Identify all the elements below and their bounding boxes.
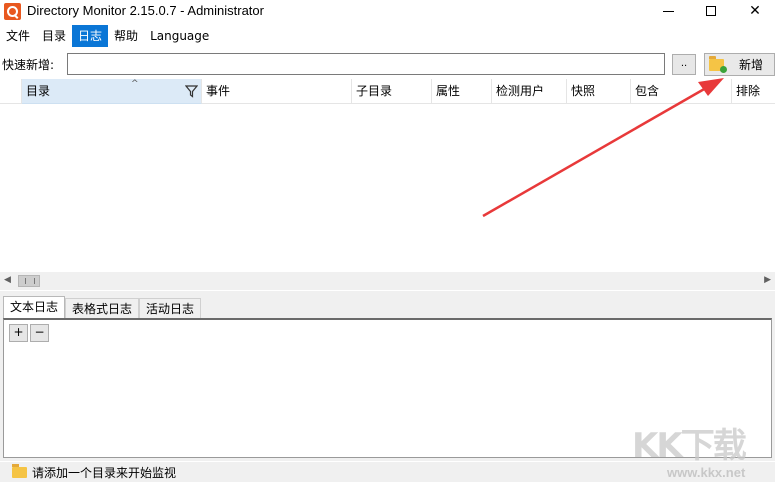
- watermark-logo: KK下载: [632, 426, 747, 466]
- quick-add-bar: 快速新增: .. 新增: [0, 50, 775, 78]
- window-title: Directory Monitor 2.15.0.7 - Administrat…: [27, 3, 264, 18]
- tab-table-log[interactable]: 表格式日志: [65, 298, 140, 318]
- watermark: KK下载 www.kkx.net: [628, 418, 774, 480]
- collapse-button[interactable]: −: [30, 324, 49, 342]
- status-text: 请添加一个目录来开始监视: [32, 465, 177, 480]
- column-snapshot[interactable]: 快照: [567, 79, 631, 104]
- maximize-icon: [706, 6, 716, 16]
- add-button-label: 新增: [739, 58, 764, 72]
- column-detect-user[interactable]: 检测用户: [492, 79, 567, 104]
- app-icon: [4, 3, 21, 20]
- directory-list[interactable]: [0, 104, 775, 272]
- column-attributes[interactable]: 属性: [432, 79, 492, 104]
- tab-text-log[interactable]: 文本日志: [3, 296, 66, 318]
- scrollbar-thumb[interactable]: [18, 275, 40, 287]
- column-subdirectory[interactable]: 子目录: [352, 79, 432, 104]
- log-tabs: 文本日志 表格式日志 活动日志: [3, 296, 202, 318]
- quick-add-input[interactable]: [67, 53, 665, 75]
- add-button[interactable]: 新增: [704, 53, 775, 76]
- horizontal-scrollbar[interactable]: ◀ ▶: [0, 272, 775, 290]
- column-header: ^ 目录 事件 子目录 属性 检测用户 快照 包含 排除: [0, 79, 775, 104]
- watermark-url: www.kkx.net: [667, 465, 746, 480]
- sort-up-icon: ^: [131, 79, 139, 89]
- scroll-left-icon[interactable]: ◀: [4, 275, 11, 285]
- column-event[interactable]: 事件: [202, 79, 352, 104]
- close-button[interactable]: ✕: [735, 0, 775, 22]
- column-exclude[interactable]: 排除: [732, 79, 775, 104]
- column-directory[interactable]: ^ 目录: [22, 79, 202, 104]
- menu-language[interactable]: Language: [144, 25, 215, 47]
- menu-help[interactable]: 帮助: [108, 25, 144, 47]
- menu-bar: 文件 目录 日志 帮助 Language: [0, 25, 775, 47]
- minimize-icon: [662, 10, 674, 12]
- maximize-button[interactable]: [691, 0, 731, 22]
- minimize-button[interactable]: [648, 0, 688, 22]
- filter-icon[interactable]: [185, 85, 198, 98]
- quick-add-label: 快速新增:: [2, 58, 55, 72]
- column-spacer: [0, 79, 22, 104]
- column-directory-label: 目录: [26, 84, 51, 98]
- expand-button[interactable]: +: [9, 324, 28, 342]
- tab-activity-log[interactable]: 活动日志: [139, 298, 202, 318]
- folder-add-icon: [709, 55, 727, 73]
- browse-button[interactable]: ..: [672, 54, 696, 75]
- menu-log[interactable]: 日志: [72, 25, 109, 47]
- menu-directory[interactable]: 目录: [36, 25, 72, 47]
- menu-file[interactable]: 文件: [0, 25, 36, 47]
- column-include[interactable]: 包含: [631, 79, 732, 104]
- folder-icon: [12, 463, 27, 478]
- title-bar: Directory Monitor 2.15.0.7 - Administrat…: [0, 0, 775, 24]
- scroll-right-icon[interactable]: ▶: [764, 275, 771, 285]
